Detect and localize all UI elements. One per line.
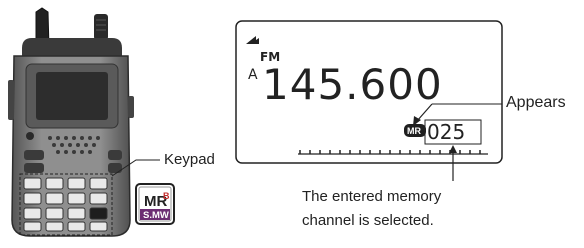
selection-note: The entered memory channel is selected. bbox=[302, 185, 542, 233]
lcd-display: FM A 145.600 MR 025 bbox=[235, 20, 503, 164]
lcd-channel-text: 025 bbox=[427, 120, 465, 144]
selection-note-line-2: channel is selected. bbox=[302, 212, 434, 229]
knob bbox=[94, 14, 108, 40]
keypad-label: Keypad bbox=[164, 151, 215, 168]
radio-key bbox=[108, 150, 122, 160]
side-button bbox=[128, 96, 134, 118]
lcd-band-text: A bbox=[248, 67, 258, 83]
radio-key bbox=[24, 163, 44, 173]
lcd-frequency-text: 145.600 bbox=[262, 60, 443, 109]
radio-top bbox=[22, 38, 122, 56]
mr-smw-key-icon: MR B S.MW bbox=[135, 183, 175, 225]
mr-key-b-text: B bbox=[163, 191, 170, 201]
side-button bbox=[8, 80, 14, 120]
radio-button bbox=[26, 132, 34, 140]
radio-key bbox=[24, 150, 44, 160]
radio-display bbox=[36, 72, 108, 120]
keypad-key-selected bbox=[89, 207, 108, 220]
appears-label: Appears bbox=[506, 94, 566, 111]
radio-illustration bbox=[8, 7, 134, 237]
radio-key bbox=[108, 163, 122, 173]
diagram-canvas: MR B S.MW FM A 145.600 MR 025 Keypad App… bbox=[0, 0, 584, 243]
selection-note-line-1: The entered memory bbox=[302, 188, 442, 205]
smw-key-text: S.MW bbox=[143, 210, 169, 221]
lcd-mr-badge-text: MR bbox=[407, 126, 421, 136]
